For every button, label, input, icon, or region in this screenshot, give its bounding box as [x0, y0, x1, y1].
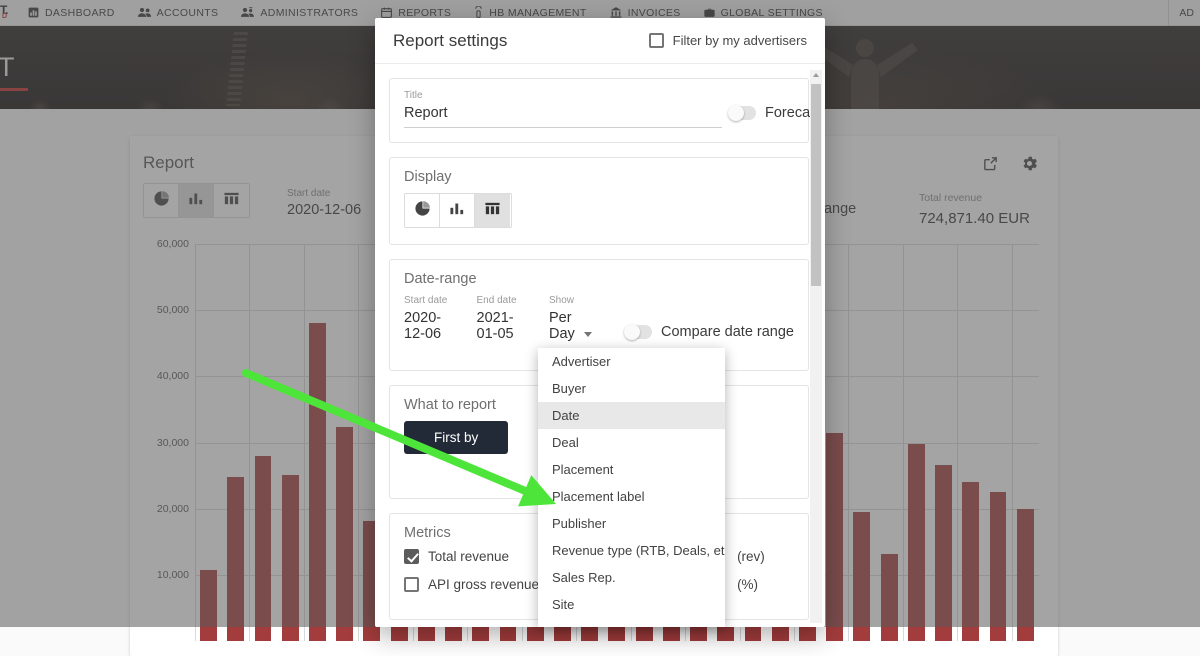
metric-partial-percent[interactable]: (%) — [737, 577, 765, 592]
date-range-section-title: Date-range — [404, 271, 794, 287]
first-by-chip[interactable]: First by — [404, 421, 508, 454]
pie-chart-icon — [414, 200, 431, 222]
end-date-value: 2021-01-05 — [477, 310, 532, 342]
dropdown-item-date[interactable]: Date — [538, 402, 725, 429]
show-value: Per Day — [549, 310, 575, 342]
metric-label: (rev) — [737, 549, 765, 564]
chevron-down-icon[interactable] — [584, 332, 592, 337]
metric-total-revenue[interactable]: Total revenue — [404, 549, 539, 564]
start-date-label: Start date — [404, 295, 459, 306]
dropdown-item-sales-rep[interactable]: Sales Rep. — [538, 564, 725, 591]
compare-date-range-row[interactable]: Compare date range — [624, 324, 794, 342]
display-mode-toggle[interactable] — [404, 193, 512, 228]
metrics-column-left: Total revenue API gross revenue — [404, 549, 539, 605]
dropdown-item-publisher[interactable]: Publisher — [538, 510, 725, 537]
display-section: Display — [389, 157, 809, 245]
end-date-label: End date — [477, 295, 532, 306]
title-field-label: Title — [404, 90, 722, 101]
dropdown-item-deal[interactable]: Deal — [538, 429, 725, 456]
metric-label: Total revenue — [428, 549, 509, 564]
metric-partial-rev[interactable]: (rev) — [737, 549, 765, 564]
scrollbar-thumb[interactable] — [811, 84, 821, 286]
metric-checkbox[interactable] — [404, 549, 419, 564]
filter-by-my-advertisers-checkbox[interactable] — [649, 33, 664, 48]
filter-by-my-advertisers-label: Filter by my advertisers — [673, 33, 807, 48]
compare-date-range-label: Compare date range — [661, 324, 794, 340]
metric-checkbox[interactable] — [404, 577, 419, 592]
dialog-header: Report settings Filter by my advertisers — [375, 18, 825, 64]
title-section: Title Report Forecast — [389, 78, 809, 143]
end-date-field[interactable]: End date 2021-01-05 — [477, 295, 532, 342]
filter-by-my-advertisers-row[interactable]: Filter by my advertisers — [649, 33, 807, 48]
start-date-field[interactable]: Start date 2020-12-06 — [404, 295, 459, 342]
forecast-toggle-row[interactable]: Forecast — [728, 97, 821, 121]
metric-label: API gross revenue — [428, 577, 539, 592]
dropdown-item-advertiser[interactable]: Advertiser — [538, 348, 725, 375]
metrics-column-right: (rev) (%) — [737, 549, 765, 605]
display-section-title: Display — [404, 169, 794, 185]
table-icon — [484, 201, 501, 221]
metric-label: (%) — [737, 577, 758, 592]
display-mode-pie[interactable] — [405, 194, 440, 227]
scroll-up-arrow-icon[interactable] — [813, 73, 819, 77]
dropdown-item-placement[interactable]: Placement — [538, 456, 725, 483]
dropdown-item-placement-label[interactable]: Placement label — [538, 483, 725, 510]
bar-chart-icon — [449, 201, 466, 221]
show-select[interactable]: Show Per Day — [549, 295, 600, 342]
first-by-dropdown-menu[interactable]: AdvertiserBuyerDateDealPlacementPlacemen… — [538, 348, 725, 627]
forecast-toggle[interactable] — [728, 106, 756, 120]
dialog-title: Report settings — [393, 31, 507, 51]
start-date-value: 2020-12-06 — [404, 310, 459, 342]
title-input[interactable]: Report — [404, 101, 722, 128]
display-mode-bar[interactable] — [440, 194, 475, 227]
display-mode-table[interactable] — [475, 194, 510, 227]
dropdown-item-revenue-type-rtb-deals-etc[interactable]: Revenue type (RTB, Deals, etc) — [538, 537, 725, 564]
dropdown-item-site[interactable]: Site — [538, 591, 725, 618]
show-label: Show — [549, 295, 600, 306]
compare-date-range-toggle[interactable] — [624, 325, 652, 339]
dialog-scrollbar[interactable] — [810, 70, 822, 623]
metric-api-gross-revenue[interactable]: API gross revenue — [404, 577, 539, 592]
dropdown-item-buyer[interactable]: Buyer — [538, 375, 725, 402]
